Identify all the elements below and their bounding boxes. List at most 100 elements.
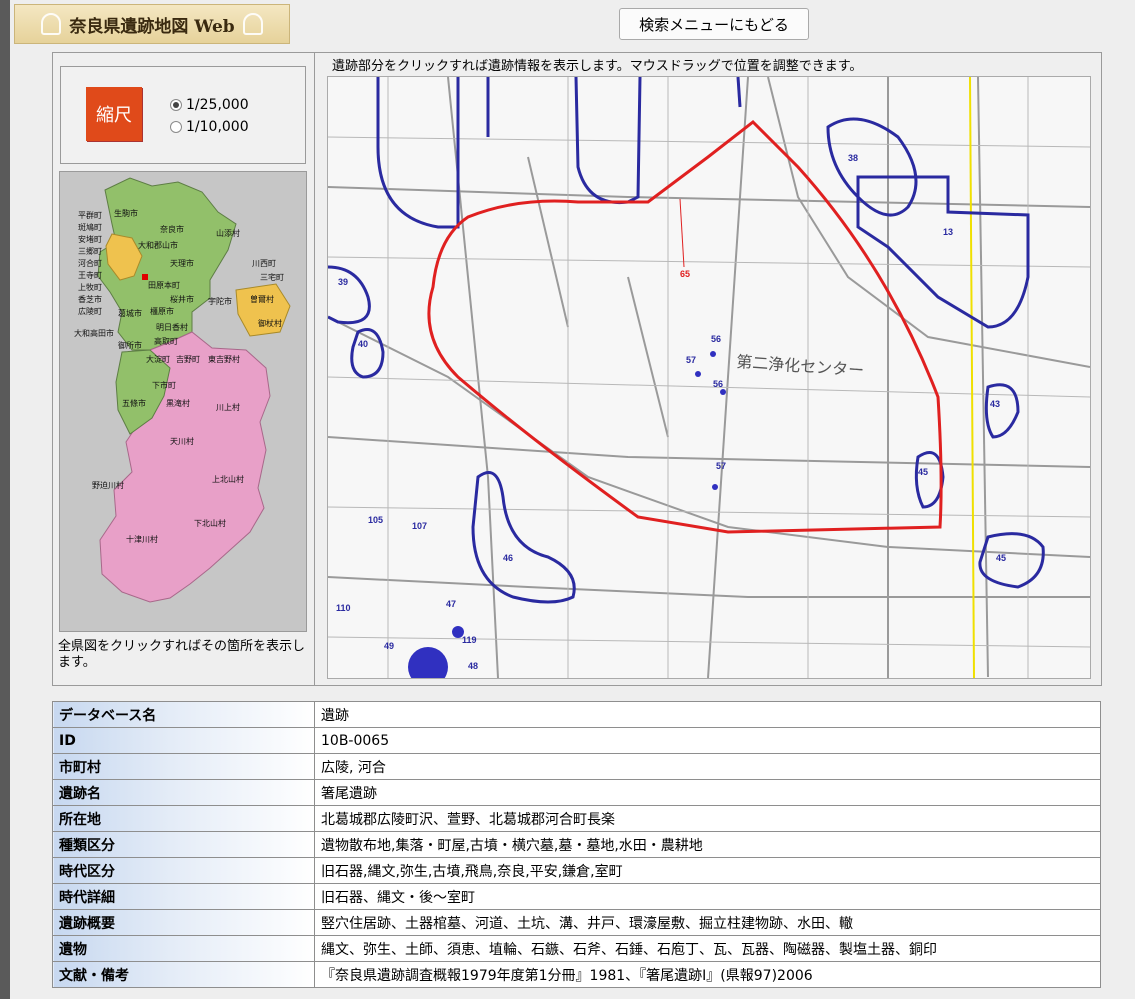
municipality-label: 高取町 [154, 336, 178, 346]
site-map-graphic[interactable]: 38 13 39 40 65 56 57 56 43 45 57 45 46 1… [328, 77, 1090, 678]
municipality-label: 御所市 [118, 340, 142, 350]
details-label: 時代区分 [52, 857, 315, 884]
details-label: 遺跡名 [52, 779, 315, 806]
map-instruction: 遺跡部分をクリックすれば遺跡情報を表示します。マウスドラッグで位置を調整できます… [332, 59, 863, 74]
scale-icon: 縮尺 [86, 87, 142, 141]
details-value: 竪穴住居跡、土器棺墓、河道、土坑、溝、井戸、環濠屋敷、掘立柱建物跡、水田、轍 [314, 909, 1101, 936]
municipality-label: 天理市 [170, 258, 194, 268]
prefecture-map[interactable]: 平群町 生駒市 奈良市 斑鳩町 安堵町 大和郡山市 山添村 三郷町 河合町 天理… [59, 171, 307, 632]
details-label: 文献・備考 [52, 961, 315, 988]
prefecture-map-graphic[interactable]: 平群町 生駒市 奈良市 斑鳩町 安堵町 大和郡山市 山添村 三郷町 河合町 天理… [60, 172, 306, 631]
shrine-ornament-icon [41, 13, 62, 35]
left-rail [0, 0, 10, 999]
details-row: 時代詳細 旧石器、縄文・後～室町 [52, 883, 1101, 910]
site-label: 39 [338, 277, 348, 287]
site-label: 105 [368, 515, 383, 525]
site-label: 56 [711, 334, 721, 344]
site-label: 40 [358, 339, 368, 349]
details-row: 時代区分 旧石器,縄文,弥生,古墳,飛鳥,奈良,平安,鎌倉,室町 [52, 857, 1101, 884]
details-row: 文献・備考 『奈良県遺跡調査概報1979年度第1分冊』1981、『箸尾遺跡I』(県… [52, 961, 1101, 988]
municipality-label: 下市町 [152, 380, 176, 390]
details-label: 所在地 [52, 805, 315, 832]
municipality-label: 斑鳩町 [78, 222, 102, 232]
prefecture-map-caption: 全県図をクリックすればその箇所を表示します。 [58, 639, 306, 670]
scale-option-25000[interactable]: 1/25,000 [170, 97, 249, 113]
municipality-label: 大和高田市 [74, 328, 114, 338]
site-label: 45 [996, 553, 1006, 563]
municipality-label: 上牧町 [78, 282, 102, 292]
site-label: 45 [918, 467, 928, 477]
app-title-banner: 奈良県遺跡地図 Web [14, 4, 290, 44]
current-location-marker [142, 274, 148, 280]
site-label: 57 [716, 461, 726, 471]
scale-option-label: 1/25,000 [186, 97, 249, 113]
municipality-label: 河合町 [78, 258, 102, 268]
site-label: 119 [462, 635, 477, 645]
details-value: 旧石器,縄文,弥生,古墳,飛鳥,奈良,平安,鎌倉,室町 [314, 857, 1101, 884]
municipality-label: 大和郡山市 [138, 240, 178, 250]
municipality-label: 吉野町 [176, 355, 200, 364]
site-label: 46 [503, 553, 513, 563]
details-row: 遺跡概要 竪穴住居跡、土器棺墓、河道、土坑、溝、井戸、環濠屋敷、掘立柱建物跡、水田… [52, 909, 1101, 936]
details-value: 北葛城郡広陵町沢、萱野、北葛城郡河合町長楽 [314, 805, 1101, 832]
municipality-label: 田原本町 [148, 280, 180, 290]
site-label: 13 [943, 227, 953, 237]
details-value: 縄文、弥生、土師、須恵、埴輪、石鏃、石斧、石錘、石庖丁、瓦、瓦器、陶磁器、製塩土… [314, 935, 1101, 962]
details-label: 時代詳細 [52, 883, 315, 910]
details-row: ID 10B-0065 [52, 727, 1101, 754]
back-to-search-menu-button[interactable]: 検索メニューにもどる [619, 8, 809, 40]
frame-divider [314, 52, 315, 686]
site-marker[interactable] [695, 371, 701, 377]
site-map[interactable]: 38 13 39 40 65 56 57 56 43 45 57 45 46 1… [327, 76, 1091, 679]
site-label: 43 [990, 399, 1000, 409]
details-value: 広陵, 河合 [314, 753, 1101, 780]
site-label: 47 [446, 599, 456, 609]
municipality-label: 安堵町 [78, 234, 102, 244]
scale-option-10000[interactable]: 1/10,000 [170, 119, 249, 135]
scale-option-label: 1/10,000 [186, 119, 249, 135]
details-value: 箸尾遺跡 [314, 779, 1101, 806]
municipality-label: 明日香村 [156, 322, 188, 332]
municipality-label: 五條市 [122, 398, 146, 408]
site-marker[interactable] [712, 484, 718, 490]
site-label: 49 [384, 641, 394, 651]
municipality-label: 野迫川村 [92, 480, 124, 490]
details-row: データベース名 遺跡 [52, 701, 1101, 728]
details-label: 遺物 [52, 935, 315, 962]
municipality-label: 黒滝村 [166, 398, 190, 408]
municipality-label: 奈良市 [160, 224, 184, 234]
details-row: 遺物 縄文、弥生、土師、須恵、埴輪、石鏃、石斧、石錘、石庖丁、瓦、瓦器、陶磁器、製… [52, 935, 1101, 962]
municipality-label: 香芝市 [78, 294, 102, 304]
site-marker[interactable] [720, 389, 726, 395]
site-label: 65 [680, 269, 690, 279]
details-value: 『奈良県遺跡調査概報1979年度第1分冊』1981、『箸尾遺跡I』(県報97)2… [314, 961, 1101, 988]
details-value: 遺跡 [314, 701, 1101, 728]
municipality-label: 生駒市 [114, 208, 138, 218]
municipality-label: 大淀町 [146, 354, 170, 364]
site-marker[interactable] [710, 351, 716, 357]
details-row: 遺跡名 箸尾遺跡 [52, 779, 1101, 806]
municipality-label: 葛城市 [118, 308, 142, 318]
site-label: 57 [686, 355, 696, 365]
details-label: ID [52, 727, 315, 754]
details-label: 種類区分 [52, 831, 315, 858]
municipality-label: 三郷町 [78, 247, 102, 256]
municipality-label: 十津川村 [126, 534, 158, 544]
details-label: データベース名 [52, 701, 315, 728]
municipality-label: 橿原市 [150, 306, 174, 316]
app-title: 奈良県遺跡地図 Web [69, 16, 235, 37]
details-row: 市町村 広陵, 河合 [52, 753, 1101, 780]
municipality-label: 川西町 [252, 259, 276, 268]
site-label: 48 [468, 661, 478, 671]
radio-unselected-icon[interactable] [170, 121, 182, 133]
site-label: 56 [713, 379, 723, 389]
municipality-label: 御杖村 [258, 318, 282, 328]
site-outline[interactable] [736, 77, 742, 108]
site-label: 38 [848, 153, 858, 163]
details-value: 旧石器、縄文・後～室町 [314, 883, 1101, 910]
site-label: 110 [336, 603, 351, 613]
municipality-label: 天川村 [170, 436, 194, 446]
site-details-table: データベース名 遺跡 ID 10B-0065 市町村 広陵, 河合 遺跡名 箸尾遺跡 所在地 北葛… [52, 701, 1101, 988]
details-row: 所在地 北葛城郡広陵町沢、萱野、北葛城郡河合町長楽 [52, 805, 1101, 832]
radio-selected-icon[interactable] [170, 99, 182, 111]
